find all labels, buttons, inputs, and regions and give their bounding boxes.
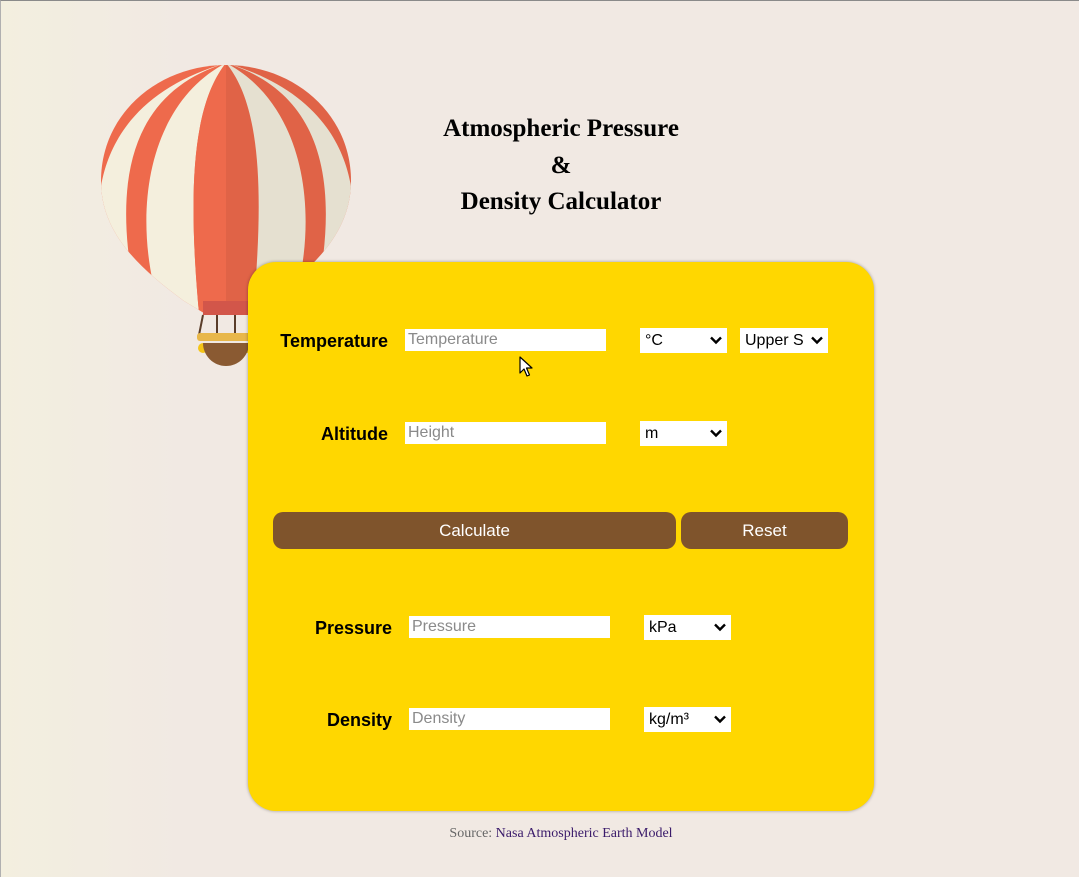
density-label: Density <box>326 710 392 730</box>
pressure-label: Pressure <box>314 618 392 638</box>
pressure-unit-value: kPa <box>649 619 677 636</box>
region-value: Upper S <box>745 332 804 349</box>
calculate-button[interactable]: Calculate <box>273 512 676 549</box>
temperature-label: Temperature <box>280 331 388 351</box>
pressure-unit-select[interactable]: kPa <box>644 615 731 640</box>
page-title: Atmospheric Pressure & Density Calculato… <box>401 111 721 221</box>
pressure-output[interactable] <box>409 616 610 638</box>
chevron-down-icon <box>709 421 723 446</box>
chevron-down-icon <box>709 328 723 353</box>
source-prefix: Source: <box>449 826 493 841</box>
chevron-down-icon <box>713 707 727 732</box>
title-line-1: Atmospheric Pressure <box>443 115 679 142</box>
altitude-input[interactable] <box>405 422 606 444</box>
density-unit-select[interactable]: kg/m³ <box>644 707 731 732</box>
altitude-label: Altitude <box>321 424 388 444</box>
title-line-2: & <box>550 151 572 179</box>
source-link[interactable]: Nasa Atmospheric Earth Model <box>496 826 673 841</box>
region-select[interactable]: Upper S <box>740 328 828 353</box>
altitude-unit-select[interactable]: m <box>640 421 727 446</box>
chevron-down-icon <box>810 328 824 353</box>
altitude-unit-value: m <box>645 425 659 442</box>
calculator-card: Temperature °C Upper S Altitude m Calcul… <box>248 262 874 811</box>
chevron-down-icon <box>713 615 727 640</box>
density-unit-value: kg/m³ <box>649 711 689 728</box>
temperature-input[interactable] <box>405 329 606 351</box>
temperature-unit-value: °C <box>645 332 663 349</box>
title-line-3: Density Calculator <box>460 188 662 215</box>
density-output[interactable] <box>409 708 610 730</box>
reset-button[interactable]: Reset <box>681 512 848 549</box>
mouse-pointer-icon <box>519 356 533 377</box>
temperature-unit-select[interactable]: °C <box>640 328 727 353</box>
source-footer: Source: Nasa Atmospheric Earth Model <box>1 826 1079 842</box>
